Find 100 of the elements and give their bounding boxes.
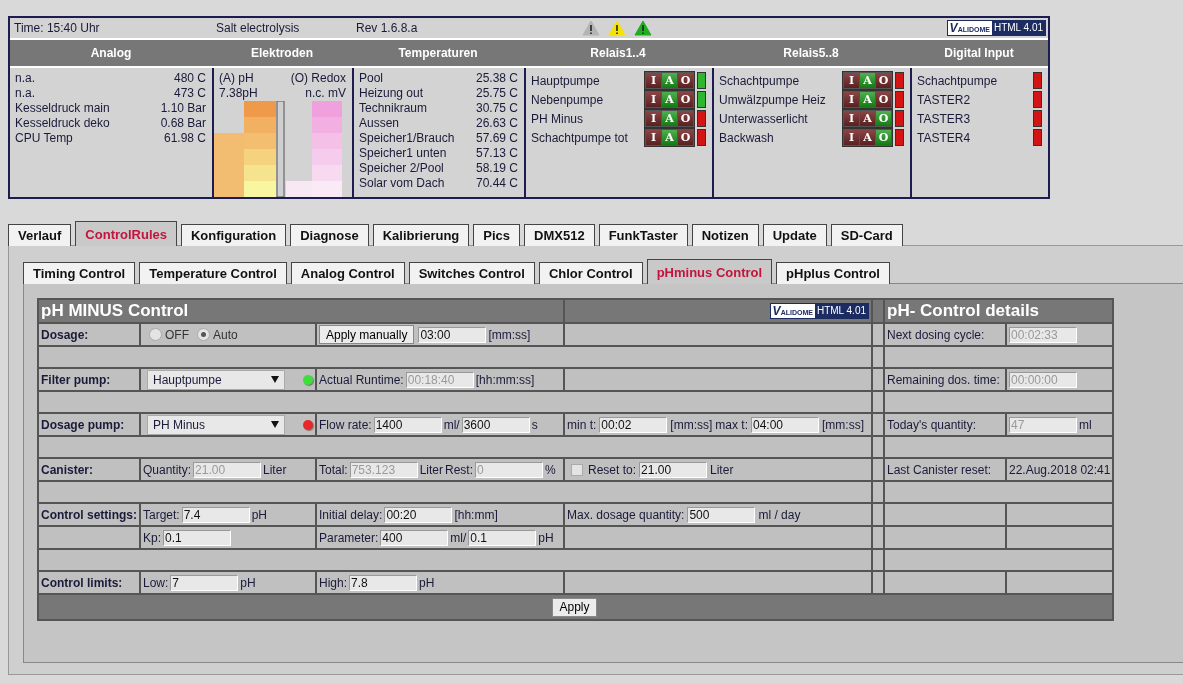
sensor-label: n.a. [15, 86, 35, 101]
mode-option[interactable]: I [646, 111, 661, 126]
input-field[interactable]: 21.00 [639, 461, 708, 478]
temperature-label: Aussen [359, 116, 400, 131]
mode-switch[interactable]: I A O [644, 71, 695, 90]
input-field[interactable]: 7.8 [349, 574, 417, 591]
input-label: TASTER4 [917, 130, 971, 145]
row-label: Canister: [41, 462, 93, 477]
tab[interactable]: Timing Control [23, 262, 136, 284]
radio-option[interactable]: OFF [149, 327, 189, 342]
input-field[interactable]: 03:00 [418, 326, 487, 343]
tab[interactable]: pHplus Control [776, 262, 890, 284]
input-field[interactable]: 400 [380, 529, 449, 546]
relay-label: Schachtpumpe [719, 73, 800, 88]
mode-switch[interactable]: I A O [842, 109, 893, 128]
mode-option[interactable]: A [662, 130, 677, 145]
validator-badge[interactable]: VALIDOME HTML 4.01 [769, 303, 869, 319]
field-text: min t: [567, 417, 597, 432]
input-label: TASTER2 [917, 92, 971, 107]
input-field[interactable]: 7 [170, 574, 239, 591]
mode-option[interactable]: I [844, 73, 859, 88]
detail-label: Next dosing cycle: [887, 327, 985, 342]
dropdown[interactable]: Hauptpumpe [147, 369, 285, 390]
sensor-value: 61.98 C [163, 131, 206, 146]
tab[interactable]: Update [762, 224, 827, 246]
mode-option[interactable]: A [662, 73, 677, 88]
temperature-value: 25.38 C [475, 71, 518, 86]
temperature-value: 58.19 C [475, 161, 518, 176]
input-field[interactable]: 500 [687, 506, 756, 523]
relay-label: Unterwasserlicht [719, 111, 808, 126]
input-field[interactable]: 1400 [373, 416, 442, 433]
mode-option[interactable]: O [678, 111, 693, 126]
input-field[interactable]: 3600 [461, 416, 530, 433]
detail-label: Remaining dos. time: [887, 372, 1000, 387]
tab[interactable]: pHminus Control [646, 259, 773, 284]
dropdown[interactable]: PH Minus [147, 414, 285, 435]
mode-option[interactable]: I [646, 73, 661, 88]
mode-option[interactable]: O [876, 92, 891, 107]
mode-option[interactable]: O [876, 73, 891, 88]
input-field[interactable]: 0.1 [468, 529, 537, 546]
input-field[interactable]: 7.4 [181, 506, 250, 523]
tab[interactable]: Konfiguration [181, 224, 287, 246]
field-text: % [545, 462, 556, 477]
input-field[interactable]: 00:02 [599, 416, 668, 433]
mode-switch[interactable]: I A O [842, 71, 893, 90]
mode-option[interactable]: A [860, 130, 875, 145]
temperature-value: 25.75 C [475, 86, 518, 101]
mode-option[interactable]: O [678, 73, 693, 88]
mode-option[interactable]: I [844, 130, 859, 145]
mode-option[interactable]: A [860, 111, 875, 126]
field-text: Flow rate: [319, 417, 372, 432]
input-field[interactable]: 04:00 [751, 416, 819, 433]
input-field[interactable]: 00:20 [384, 506, 453, 523]
tab[interactable]: Notizen [691, 224, 759, 246]
mode-switch[interactable]: I A O [644, 90, 695, 109]
input-field[interactable]: 0.1 [163, 529, 231, 546]
field-text: Rest: [445, 462, 474, 477]
mode-switch[interactable]: I A O [842, 90, 893, 109]
mode-option[interactable]: O [678, 92, 693, 107]
temperature-value: 70.44 C [475, 176, 518, 191]
field-text: pH [419, 575, 435, 590]
apply-manually-button[interactable]: Apply manually [319, 325, 415, 344]
mode-option[interactable]: I [646, 92, 661, 107]
mode-option[interactable]: O [678, 130, 693, 145]
apply-button[interactable]: Apply [552, 597, 597, 617]
temperature-label: Technikraum [359, 101, 428, 116]
checkbox[interactable] [571, 463, 583, 476]
tab[interactable]: Diagnose [290, 224, 369, 246]
tab[interactable]: Switches Control [408, 262, 535, 284]
temperature-value: 30.75 C [475, 101, 518, 116]
mode-option[interactable]: I [646, 130, 661, 145]
mode-option[interactable]: I [844, 111, 859, 126]
tab[interactable]: Temperature Control [139, 262, 287, 284]
mode-option[interactable]: A [662, 92, 677, 107]
mode-option[interactable]: A [662, 111, 677, 126]
validator-badge[interactable]: VALIDOME HTML 4.01 [946, 20, 1046, 36]
tab[interactable]: Verlauf [8, 224, 72, 246]
tab[interactable]: Kalibrierung [372, 224, 470, 246]
tab[interactable]: SD-Card [830, 224, 903, 246]
field-text: Target: [143, 507, 180, 522]
mode-switch[interactable]: I A O [644, 109, 695, 128]
temperature-value: 57.69 C [475, 131, 518, 146]
field-text: Max. dosage quantity: [567, 507, 685, 522]
tab[interactable]: Analog Control [290, 262, 405, 284]
tab[interactable]: FunkTaster [598, 224, 688, 246]
radio-option[interactable]: Auto [197, 327, 238, 342]
mode-switch[interactable]: I A O [644, 128, 695, 147]
mode-option[interactable]: I [844, 92, 859, 107]
mode-switch[interactable]: I A O [842, 128, 893, 147]
tab[interactable]: ControlRules [75, 221, 177, 246]
mode-option[interactable]: O [876, 130, 891, 145]
relay-label: Nebenpumpe [531, 92, 604, 107]
field-text: 22.Aug.2018 02:41 [1009, 462, 1111, 477]
field-text: Actual Runtime: [319, 372, 404, 387]
mode-option[interactable]: O [876, 111, 891, 126]
mode-option[interactable]: A [860, 73, 875, 88]
tab[interactable]: Pics [473, 224, 521, 246]
tab[interactable]: DMX512 [524, 224, 595, 246]
tab[interactable]: Chlor Control [538, 262, 643, 284]
mode-option[interactable]: A [860, 92, 875, 107]
